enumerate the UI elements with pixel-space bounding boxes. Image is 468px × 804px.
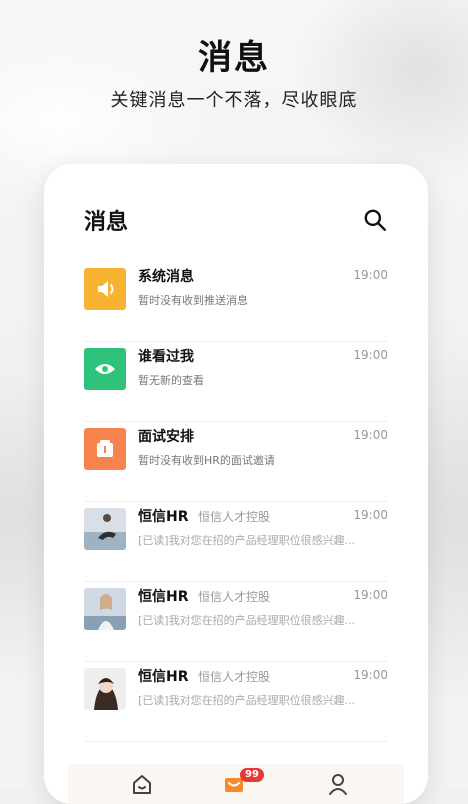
item-title: 恒信HR [138, 509, 189, 525]
item-preview: [已读]我对您在招的产品经理职位很感兴趣... [138, 534, 356, 547]
item-title: 恒信HR [138, 589, 189, 605]
item-time: 19:00 [353, 588, 388, 602]
item-company: 恒信人才控股 [198, 590, 271, 604]
tab-home[interactable] [128, 770, 156, 798]
speaker-icon [84, 268, 126, 310]
page-title: 消息 [84, 210, 129, 235]
message-list: 系统消息 19:00 暂时没有收到推送消息 谁看过我 19:00 暂无新的查看 [84, 262, 388, 742]
bottom-tabbar: 99 [68, 764, 404, 804]
avatar [84, 588, 126, 630]
item-title: 面试安排 [138, 429, 194, 445]
item-preview: 暂时没有收到推送消息 [138, 294, 248, 307]
item-preview: 暂无新的查看 [138, 374, 204, 387]
item-time: 19:00 [353, 428, 388, 442]
tab-profile[interactable] [324, 770, 352, 798]
item-company: 恒信人才控股 [198, 670, 271, 684]
home-icon [133, 775, 151, 794]
search-icon [364, 209, 386, 231]
promo-subheadline: 关键消息一个不落，尽收眼底 [110, 90, 358, 111]
item-preview: 暂时没有收到HR的面试邀请 [138, 454, 275, 467]
screen-header: 消息 [84, 204, 388, 240]
phone-screen: 消息 系统消息 19:00 暂时没有收到推送消息 谁看过我 19:00 暂无新的… [44, 164, 428, 804]
item-title: 系统消息 [138, 269, 194, 285]
list-item-chat[interactable]: 恒信HR 恒信人才控股 19:00 [已读]我对您在招的产品经理职位很感兴趣..… [84, 662, 388, 742]
list-item-viewers[interactable]: 谁看过我 19:00 暂无新的查看 [84, 342, 388, 422]
search-button[interactable] [362, 207, 388, 233]
item-time: 19:00 [353, 668, 388, 682]
unread-badge: 99 [240, 768, 264, 782]
item-preview: [已读]我对您在招的产品经理职位很感兴趣... [138, 614, 356, 627]
list-item-interviews[interactable]: 面试安排 19:00 暂时没有收到HR的面试邀请 [84, 422, 388, 502]
avatar [84, 668, 126, 710]
eye-icon [84, 348, 126, 390]
item-time: 19:00 [353, 508, 388, 522]
calendar-icon [84, 428, 126, 470]
promo-headline: 消息 [198, 38, 270, 78]
item-title: 恒信HR [138, 669, 189, 685]
list-item-chat[interactable]: 恒信HR 恒信人才控股 19:00 [已读]我对您在招的产品经理职位很感兴趣..… [84, 582, 388, 662]
tab-messages[interactable]: 99 [220, 768, 264, 798]
item-preview: [已读]我对您在招的产品经理职位很感兴趣... [138, 694, 356, 707]
item-company: 恒信人才控股 [198, 510, 271, 524]
item-time: 19:00 [353, 268, 388, 282]
avatar [84, 508, 126, 550]
user-icon [329, 774, 347, 795]
list-item-chat[interactable]: 恒信HR 恒信人才控股 19:00 [已读]我对您在招的产品经理职位很感兴趣..… [84, 502, 388, 582]
list-item-system[interactable]: 系统消息 19:00 暂时没有收到推送消息 [84, 262, 388, 342]
divider [84, 741, 388, 742]
item-title: 谁看过我 [138, 349, 194, 365]
item-time: 19:00 [353, 348, 388, 362]
